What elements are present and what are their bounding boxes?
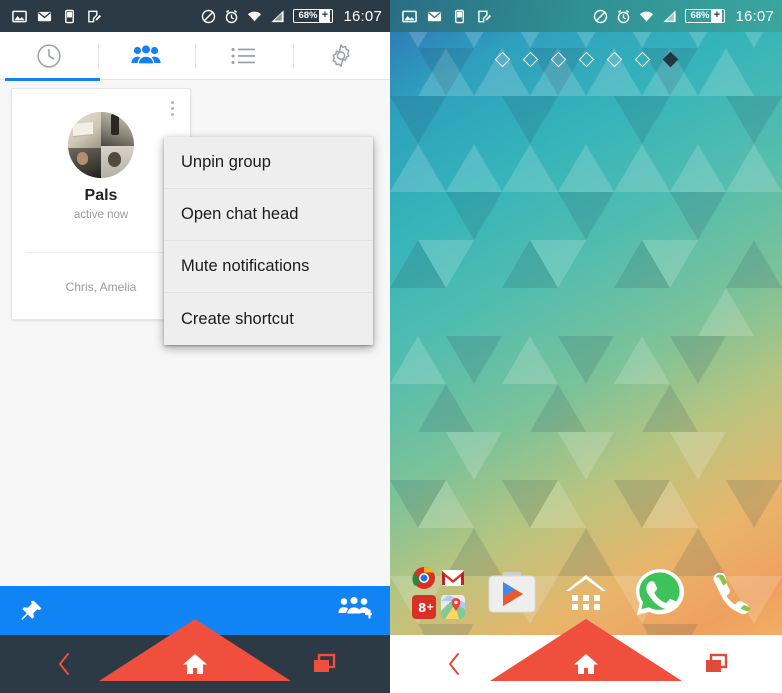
app-drawer-icon: [565, 575, 606, 610]
wifi-icon: [248, 11, 262, 22]
signal-icon: [663, 9, 677, 22]
nav-home-button[interactable]: [490, 619, 682, 681]
sim-icon: [455, 9, 464, 23]
mail-icon: [427, 11, 442, 21]
tab-groups[interactable]: [97, 32, 196, 80]
alarm-icon: [618, 9, 630, 23]
battery-charging-glyph: +: [711, 9, 723, 23]
gear-icon: [332, 43, 350, 67]
home-icon: [574, 654, 598, 674]
add-group-icon: [338, 595, 375, 619]
clock-icon: [37, 43, 61, 68]
system-nav-bar-left: [0, 619, 390, 693]
note-edit-icon: [88, 10, 102, 22]
page-dot-3[interactable]: [550, 51, 566, 68]
messenger-tab-bar: [0, 32, 390, 80]
folder-icon: 8 +: [411, 565, 467, 621]
recents-square-icon: [314, 653, 336, 672]
gmail-icon: [441, 566, 465, 590]
people-icon: [131, 43, 161, 65]
page-dot-4[interactable]: [578, 51, 594, 68]
card-divider: [26, 252, 176, 253]
battery-indicator: 68% +: [685, 9, 726, 23]
battery-indicator: 68% +: [293, 9, 334, 23]
messenger-screen: 68% + 16:07 Pals active now Chris, Ameli…: [0, 0, 390, 693]
status-bar-notification-icons: [402, 9, 492, 24]
dock-item-app-drawer[interactable]: [558, 565, 614, 621]
nav-recents-button[interactable]: [651, 651, 782, 677]
whatsapp-icon: [635, 569, 684, 615]
signal-icon: [271, 9, 285, 22]
menu-item-create-shortcut[interactable]: Create shortcut: [164, 293, 373, 345]
do-not-disturb-icon: [594, 9, 608, 23]
back-chevron-icon: [449, 653, 460, 675]
status-bar-notification-icons: [12, 9, 102, 24]
more-vertical-icon[interactable]: [161, 94, 183, 122]
battery-charging-glyph: +: [319, 9, 331, 23]
avatar: [68, 112, 134, 178]
home-icon: [183, 654, 207, 674]
wifi-icon: [640, 11, 654, 22]
add-group-button[interactable]: [338, 595, 375, 626]
page-dot-2[interactable]: [522, 51, 538, 68]
menu-item-mute-notifications[interactable]: Mute notifications: [164, 241, 373, 293]
clock-time: 16:07: [735, 7, 774, 25]
sim-icon: [65, 9, 74, 23]
page-dot-6[interactable]: [634, 51, 650, 68]
status-bar-system-icons: 68% + 16:07: [593, 8, 774, 25]
pin-icon[interactable]: [18, 598, 44, 624]
mail-icon: [37, 11, 52, 21]
dock-item-google-folder[interactable]: 8 +: [411, 565, 467, 621]
image-icon: [12, 10, 27, 22]
chrome-icon: [412, 566, 436, 590]
google-plus-icon: 8 +: [411, 595, 436, 619]
page-indicator-row: [390, 51, 782, 68]
recents-square-icon: [705, 653, 727, 672]
menu-item-open-chat-head[interactable]: Open chat head: [164, 189, 373, 241]
battery-percent: 68%: [298, 10, 318, 22]
clock-time: 16:07: [343, 7, 382, 25]
dock-item-play-store[interactable]: [484, 565, 540, 621]
list-icon: [231, 47, 255, 64]
status-bar-right: 68% + 16:07: [390, 0, 782, 32]
back-chevron-icon: [59, 653, 69, 675]
dual-screenshot: 68% + 16:07 Pals active now Chris, Ameli…: [0, 0, 782, 693]
battery-percent: 68%: [690, 10, 710, 22]
maps-icon: [440, 595, 465, 619]
system-nav-bar-right: [390, 619, 782, 693]
dock-item-whatsapp[interactable]: [632, 565, 688, 621]
context-menu: Unpin group Open chat head Mute notifica…: [164, 137, 373, 345]
page-dot-1[interactable]: [494, 51, 510, 68]
menu-item-unpin-group[interactable]: Unpin group: [164, 137, 373, 189]
svg-text:+: +: [426, 602, 434, 613]
page-dot-7-active[interactable]: [662, 51, 678, 68]
status-bar-left: 68% + 16:07: [0, 0, 390, 32]
image-icon: [402, 10, 417, 22]
status-bar-system-icons: 68% + 16:07: [201, 8, 382, 25]
nav-home-button[interactable]: [99, 619, 291, 681]
tab-list[interactable]: [195, 32, 293, 80]
page-dot-5[interactable]: [606, 51, 622, 68]
home-screen: 68% + 16:07 8 +: [390, 0, 782, 693]
play-store-icon: [488, 572, 536, 613]
do-not-disturb-icon: [202, 9, 216, 23]
phone-icon: [713, 573, 751, 615]
note-edit-icon: [478, 10, 492, 22]
active-tab-indicator: [5, 78, 100, 81]
nav-recents-button[interactable]: [260, 651, 390, 677]
tab-settings[interactable]: [292, 32, 391, 80]
tab-recents[interactable]: [0, 32, 98, 80]
alarm-icon: [226, 9, 238, 23]
dock-item-phone[interactable]: [705, 565, 761, 621]
